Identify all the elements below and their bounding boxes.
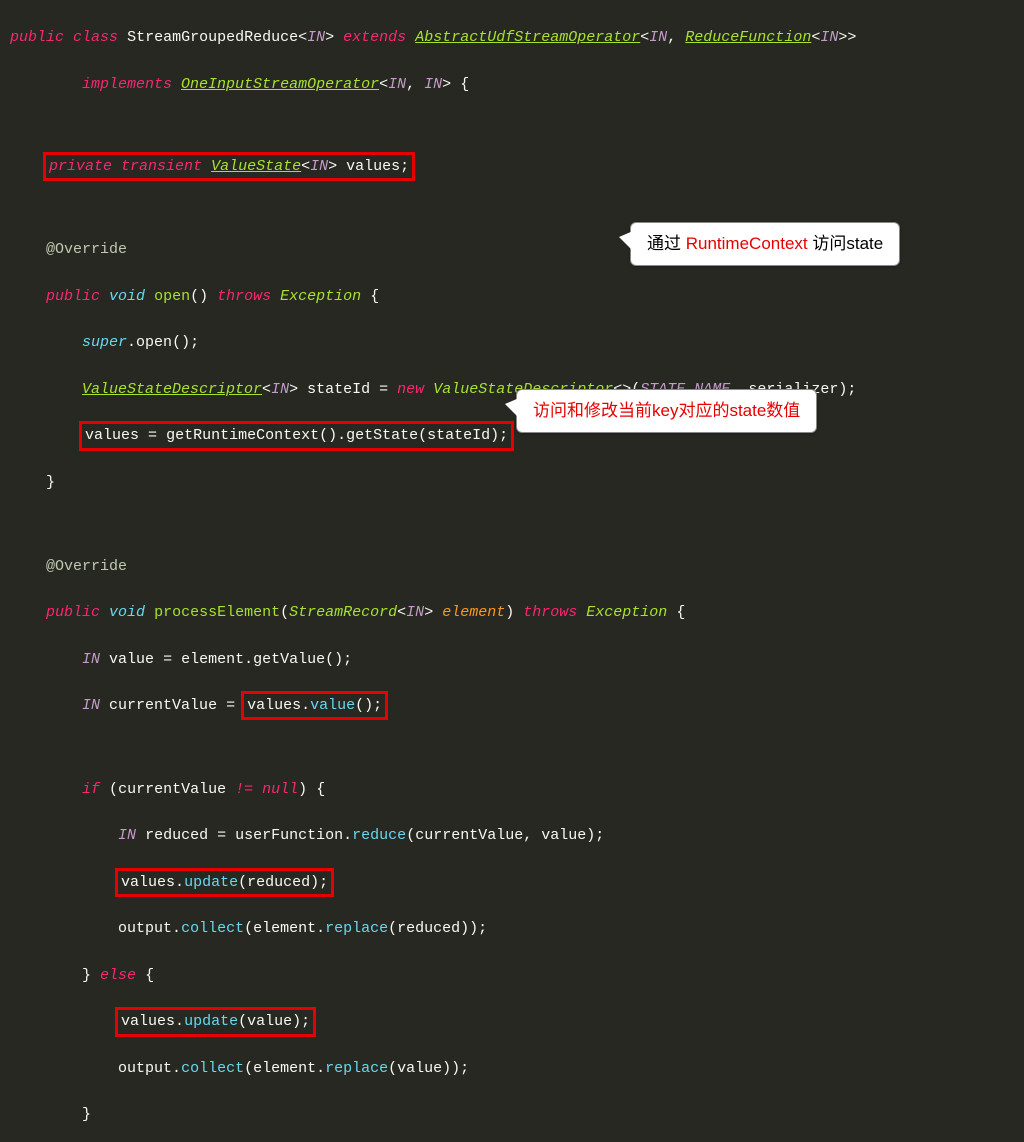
- code-line: IN value = element.getValue();: [10, 648, 1024, 671]
- callout-state-access: 访问和修改当前key对应的state数值: [516, 389, 817, 433]
- code-line: private transient ValueState<IN> values;: [10, 155, 1024, 178]
- callout-tail-icon: [505, 398, 519, 418]
- code-line: }: [10, 1103, 1024, 1126]
- code-line: values.update(value);: [10, 1010, 1024, 1033]
- code-line: } else {: [10, 964, 1024, 987]
- code-line: @Override: [10, 555, 1024, 578]
- code-line: if (currentValue != null) {: [10, 778, 1024, 801]
- code-block: public class StreamGroupedReduce<IN> ext…: [0, 3, 1024, 1142]
- highlight-update-reduced: values.update(reduced);: [115, 868, 334, 897]
- code-line: implements OneInputStreamOperator<IN, IN…: [10, 73, 1024, 96]
- highlight-declaration: private transient ValueState<IN> values;: [43, 152, 415, 181]
- highlight-getstate: values = getRuntimeContext().getState(st…: [79, 421, 514, 450]
- code-line: public void open() throws Exception {: [10, 285, 1024, 308]
- code-line: output.collect(element.replace(value));: [10, 1057, 1024, 1080]
- code-line: IN currentValue = values.value();: [10, 694, 1024, 717]
- code-line: public class StreamGroupedReduce<IN> ext…: [10, 26, 1024, 49]
- code-line: IN reduced = userFunction.reduce(current…: [10, 824, 1024, 847]
- code-line: output.collect(element.replace(reduced))…: [10, 917, 1024, 940]
- code-line: super.open();: [10, 331, 1024, 354]
- code-line: values.update(reduced);: [10, 871, 1024, 894]
- callout-runtime-context: 通过 RuntimeContext 访问state: [630, 222, 900, 266]
- code-line: }: [10, 471, 1024, 494]
- highlight-value-read: values.value();: [241, 691, 388, 720]
- highlight-update-value: values.update(value);: [115, 1007, 316, 1036]
- code-line: public void processElement(StreamRecord<…: [10, 601, 1024, 624]
- callout-tail-icon: [619, 231, 633, 251]
